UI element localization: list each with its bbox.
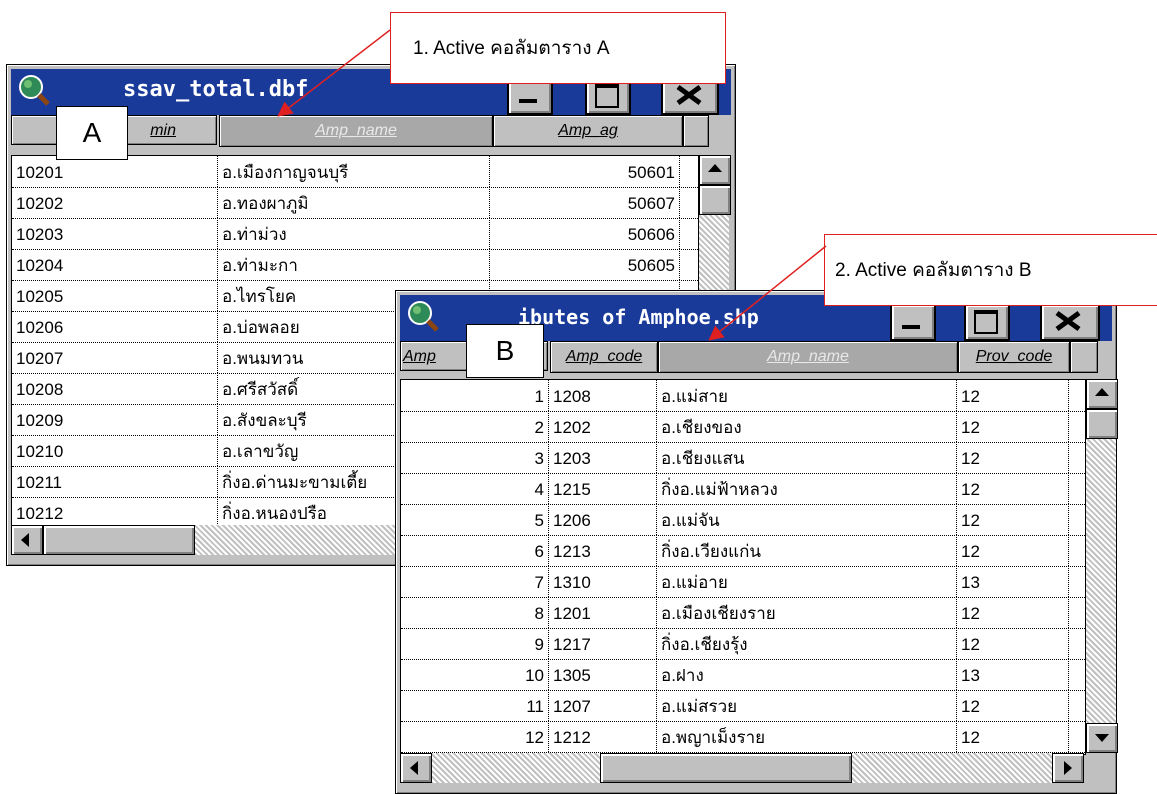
arrow-to-column-a	[277, 29, 391, 117]
arrow-to-column-b	[708, 245, 827, 341]
callout-arrows	[277, 29, 827, 341]
